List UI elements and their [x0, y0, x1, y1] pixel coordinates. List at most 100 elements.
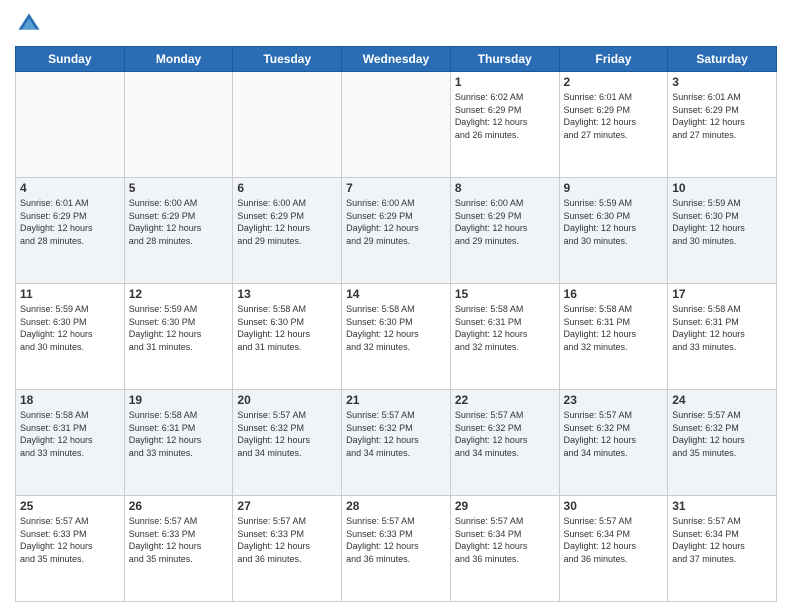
day-info: Sunrise: 5:59 AMSunset: 6:30 PMDaylight:… [129, 303, 229, 353]
calendar-cell: 25 Sunrise: 5:57 AMSunset: 6:33 PMDayligh… [16, 496, 125, 602]
day-number: 18 [20, 393, 120, 407]
day-info: Sunrise: 5:58 AMSunset: 6:31 PMDaylight:… [672, 303, 772, 353]
calendar-cell: 19 Sunrise: 5:58 AMSunset: 6:31 PMDayligh… [124, 390, 233, 496]
calendar-cell: 12 Sunrise: 5:59 AMSunset: 6:30 PMDayligh… [124, 284, 233, 390]
calendar-cell: 30 Sunrise: 5:57 AMSunset: 6:34 PMDayligh… [559, 496, 668, 602]
calendar-cell: 29Sunrise: 5:57 AMSunset: 6:34 PMDayligh… [450, 496, 559, 602]
calendar-cell: 5 Sunrise: 6:00 AMSunset: 6:29 PMDaylight… [124, 178, 233, 284]
day-number: 7 [346, 181, 446, 195]
calendar-cell: 2Sunrise: 6:01 AMSunset: 6:29 PMDaylight… [559, 72, 668, 178]
weekday-monday: Monday [124, 47, 233, 72]
day-info: Sunrise: 6:01 AMSunset: 6:29 PMDaylight:… [20, 197, 120, 247]
day-number: 16 [564, 287, 664, 301]
calendar-cell: 6Sunrise: 6:00 AMSunset: 6:29 PMDaylight… [233, 178, 342, 284]
calendar-cell: 7Sunrise: 6:00 AMSunset: 6:29 PMDaylight… [342, 178, 451, 284]
day-info: Sunrise: 5:57 AMSunset: 6:33 PMDaylight:… [237, 515, 337, 565]
weekday-wednesday: Wednesday [342, 47, 451, 72]
calendar-cell [233, 72, 342, 178]
calendar-cell: 16 Sunrise: 5:58 AMSunset: 6:31 PMDayligh… [559, 284, 668, 390]
day-info: Sunrise: 5:57 AMSunset: 6:33 PMDaylight:… [129, 515, 229, 565]
day-number: 17 [672, 287, 772, 301]
day-info: Sunrise: 5:57 AMSunset: 6:32 PMDaylight:… [237, 409, 337, 459]
day-number: 12 [129, 287, 229, 301]
week-row-2: 4 Sunrise: 6:01 AMSunset: 6:29 PMDaylight… [16, 178, 777, 284]
day-info: Sunrise: 5:59 AMSunset: 6:30 PMDaylight:… [672, 197, 772, 247]
day-info: Sunrise: 5:59 AMSunset: 6:30 PMDaylight:… [564, 197, 664, 247]
day-info: Sunrise: 6:00 AMSunset: 6:29 PMDaylight:… [129, 197, 229, 247]
day-info: Sunrise: 5:58 AMSunset: 6:31 PMDaylight:… [564, 303, 664, 353]
day-info: Sunrise: 5:58 AMSunset: 6:31 PMDaylight:… [455, 303, 555, 353]
header [15, 10, 777, 38]
day-info: Sunrise: 5:57 AMSunset: 6:33 PMDaylight:… [346, 515, 446, 565]
week-row-1: 1Sunrise: 6:02 AMSunset: 6:29 PMDaylight… [16, 72, 777, 178]
day-number: 1 [455, 75, 555, 89]
day-info: Sunrise: 5:57 AMSunset: 6:34 PMDaylight:… [672, 515, 772, 565]
weekday-friday: Friday [559, 47, 668, 72]
calendar-cell: 14 Sunrise: 5:58 AMSunset: 6:30 PMDayligh… [342, 284, 451, 390]
calendar: SundayMondayTuesdayWednesdayThursdayFrid… [15, 46, 777, 602]
day-number: 9 [564, 181, 664, 195]
day-info: Sunrise: 5:59 AMSunset: 6:30 PMDaylight:… [20, 303, 120, 353]
logo [15, 10, 47, 38]
calendar-cell: 18Sunrise: 5:58 AMSunset: 6:31 PMDayligh… [16, 390, 125, 496]
day-number: 13 [237, 287, 337, 301]
day-number: 27 [237, 499, 337, 513]
day-number: 30 [564, 499, 664, 513]
day-number: 3 [672, 75, 772, 89]
calendar-cell [124, 72, 233, 178]
day-info: Sunrise: 5:57 AMSunset: 6:32 PMDaylight:… [346, 409, 446, 459]
calendar-cell: 4 Sunrise: 6:01 AMSunset: 6:29 PMDaylight… [16, 178, 125, 284]
calendar-cell: 13 Sunrise: 5:58 AMSunset: 6:30 PMDayligh… [233, 284, 342, 390]
day-number: 28 [346, 499, 446, 513]
day-info: Sunrise: 5:58 AMSunset: 6:31 PMDaylight:… [129, 409, 229, 459]
calendar-cell: 24 Sunrise: 5:57 AMSunset: 6:32 PMDayligh… [668, 390, 777, 496]
day-number: 21 [346, 393, 446, 407]
calendar-cell: 21 Sunrise: 5:57 AMSunset: 6:32 PMDayligh… [342, 390, 451, 496]
calendar-cell: 11Sunrise: 5:59 AMSunset: 6:30 PMDayligh… [16, 284, 125, 390]
day-number: 24 [672, 393, 772, 407]
calendar-cell: 3 Sunrise: 6:01 AMSunset: 6:29 PMDaylight… [668, 72, 777, 178]
day-number: 5 [129, 181, 229, 195]
calendar-cell: 15 Sunrise: 5:58 AMSunset: 6:31 PMDayligh… [450, 284, 559, 390]
day-info: Sunrise: 5:57 AMSunset: 6:32 PMDaylight:… [672, 409, 772, 459]
day-number: 2 [564, 75, 664, 89]
weekday-saturday: Saturday [668, 47, 777, 72]
day-number: 20 [237, 393, 337, 407]
day-info: Sunrise: 5:58 AMSunset: 6:30 PMDaylight:… [237, 303, 337, 353]
calendar-cell: 31Sunrise: 5:57 AMSunset: 6:34 PMDayligh… [668, 496, 777, 602]
calendar-cell [342, 72, 451, 178]
weekday-header-row: SundayMondayTuesdayWednesdayThursdayFrid… [16, 47, 777, 72]
day-info: Sunrise: 6:00 AMSunset: 6:29 PMDaylight:… [455, 197, 555, 247]
day-number: 10 [672, 181, 772, 195]
calendar-cell: 1Sunrise: 6:02 AMSunset: 6:29 PMDaylight… [450, 72, 559, 178]
day-number: 19 [129, 393, 229, 407]
day-number: 23 [564, 393, 664, 407]
day-info: Sunrise: 5:57 AMSunset: 6:33 PMDaylight:… [20, 515, 120, 565]
day-number: 25 [20, 499, 120, 513]
day-number: 14 [346, 287, 446, 301]
weekday-tuesday: Tuesday [233, 47, 342, 72]
calendar-cell: 10 Sunrise: 5:59 AMSunset: 6:30 PMDayligh… [668, 178, 777, 284]
week-row-5: 25 Sunrise: 5:57 AMSunset: 6:33 PMDayligh… [16, 496, 777, 602]
day-number: 15 [455, 287, 555, 301]
day-info: Sunrise: 5:57 AMSunset: 6:32 PMDaylight:… [455, 409, 555, 459]
weekday-sunday: Sunday [16, 47, 125, 72]
page: SundayMondayTuesdayWednesdayThursdayFrid… [0, 0, 792, 612]
calendar-cell: 23Sunrise: 5:57 AMSunset: 6:32 PMDayligh… [559, 390, 668, 496]
day-number: 4 [20, 181, 120, 195]
week-row-3: 11Sunrise: 5:59 AMSunset: 6:30 PMDayligh… [16, 284, 777, 390]
week-row-4: 18 Sunrise: 5:58 AMSunset: 6:31 PMDayligh… [16, 390, 777, 496]
day-info: Sunrise: 5:57 AMSunset: 6:34 PMDaylight:… [564, 515, 664, 565]
calendar-cell: 26 Sunrise: 5:57 AMSunset: 6:33 PMDayligh… [124, 496, 233, 602]
calendar-cell: 28 Sunrise: 5:57 AMSunset: 6:33 PMDayligh… [342, 496, 451, 602]
day-number: 26 [129, 499, 229, 513]
day-info: Sunrise: 5:58 AMSunset: 6:30 PMDaylight:… [346, 303, 446, 353]
calendar-cell [16, 72, 125, 178]
day-number: 8 [455, 181, 555, 195]
calendar-cell: 8 Sunrise: 6:00 AMSunset: 6:29 PMDaylight… [450, 178, 559, 284]
day-number: 29 [455, 499, 555, 513]
calendar-cell: 17 Sunrise: 5:58 AMSunset: 6:31 PMDayligh… [668, 284, 777, 390]
day-info: Sunrise: 6:01 AMSunset: 6:29 PMDaylight:… [672, 91, 772, 141]
calendar-cell: 22Sunrise: 5:57 AMSunset: 6:32 PMDayligh… [450, 390, 559, 496]
weekday-thursday: Thursday [450, 47, 559, 72]
